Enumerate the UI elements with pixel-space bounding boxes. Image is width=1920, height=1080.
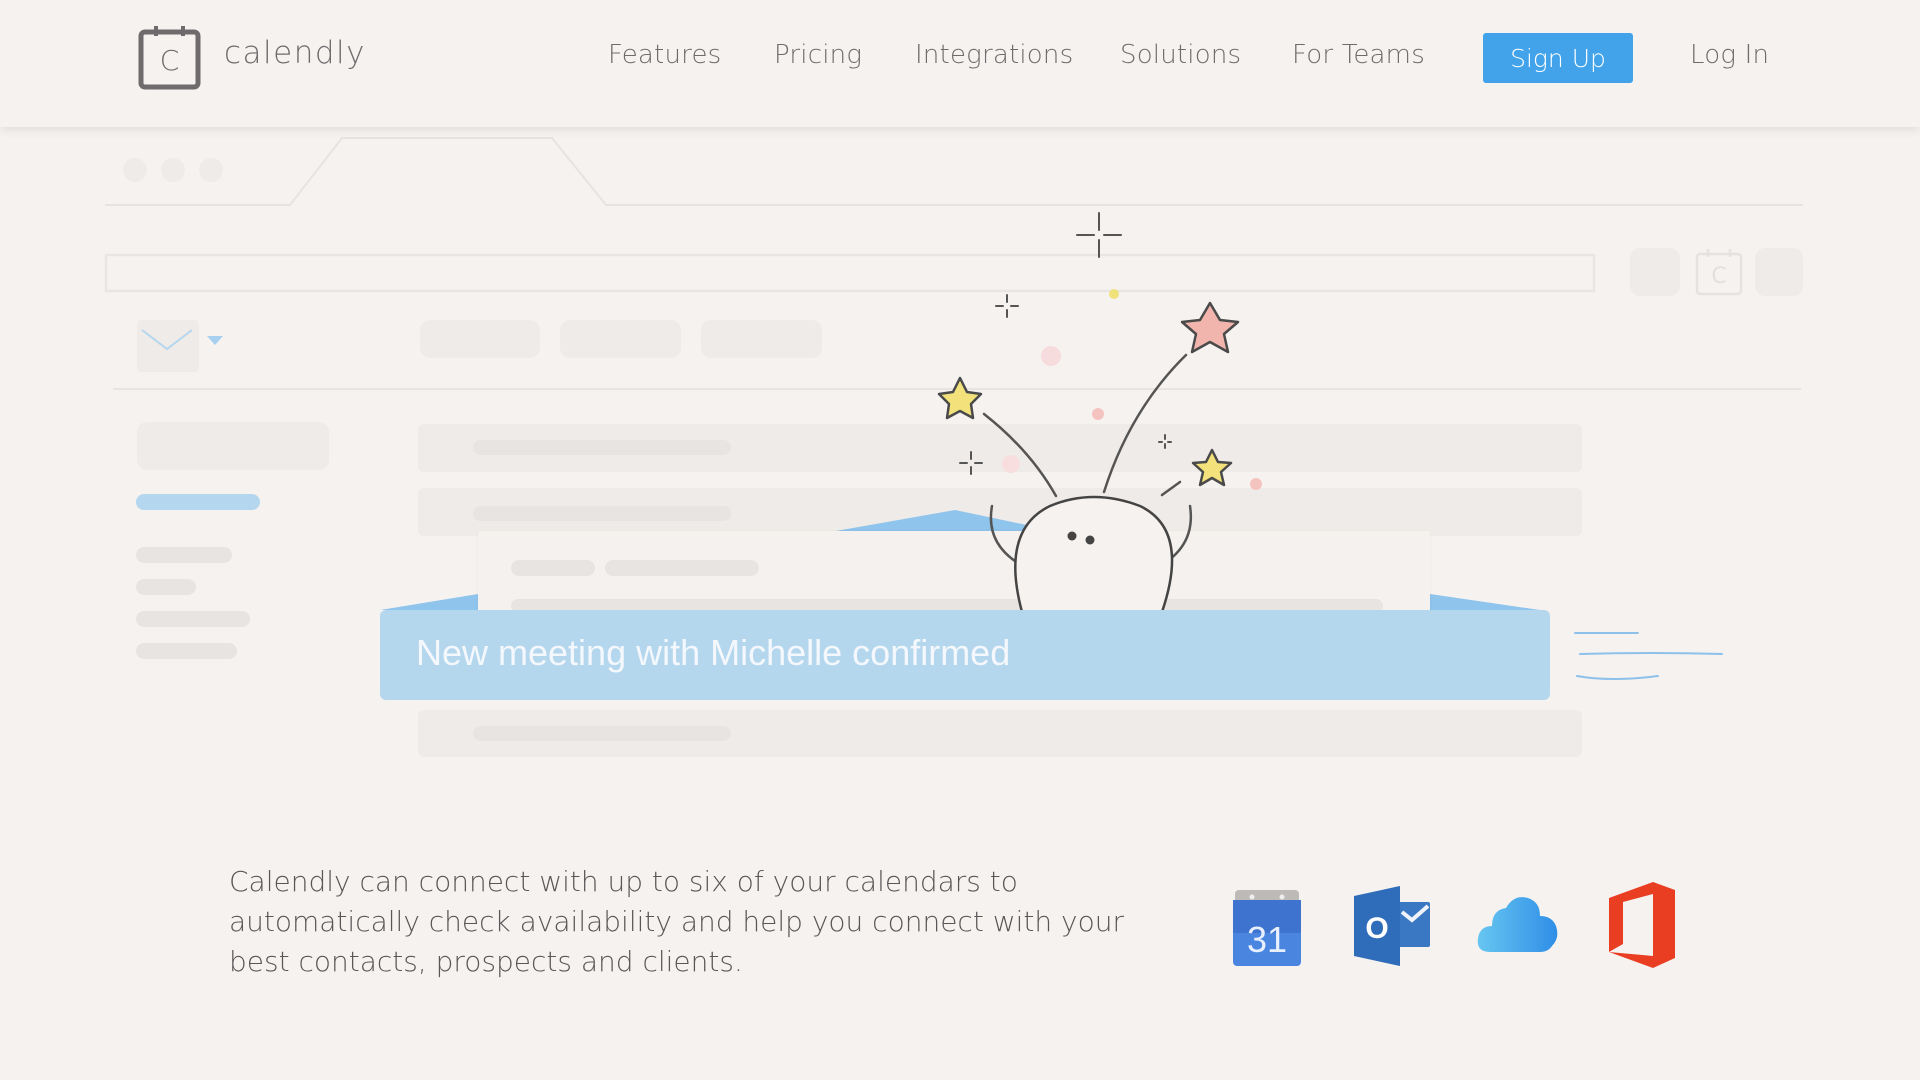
sidebar-item-placeholder xyxy=(136,547,232,563)
calendly-logo-icon[interactable]: C xyxy=(138,24,202,90)
sign-up-button[interactable]: Sign Up xyxy=(1483,33,1633,83)
sidebar-item-placeholder xyxy=(136,579,196,595)
motion-lines xyxy=(1574,632,1723,680)
caret-down-icon xyxy=(207,336,223,345)
placeholder-tab xyxy=(420,320,540,358)
log-in-link[interactable]: Log In xyxy=(1690,40,1769,70)
row-text-placeholder xyxy=(473,726,731,741)
nav-integrations[interactable]: Integrations xyxy=(915,40,1073,70)
nav-for-teams[interactable]: For Teams xyxy=(1292,40,1425,70)
logo-letter: C xyxy=(160,44,180,77)
sidebar-placeholder-block xyxy=(137,422,329,470)
icloud-icon xyxy=(1476,892,1560,959)
sidebar-item-placeholder xyxy=(136,643,237,659)
nav-solutions[interactable]: Solutions xyxy=(1120,40,1241,70)
sidebar-item-placeholder xyxy=(136,611,250,627)
celebrating-character xyxy=(937,212,1262,612)
office365-icon xyxy=(1609,882,1677,973)
row-text-placeholder xyxy=(473,440,731,455)
integration-description: Calendly can connect with up to six of y… xyxy=(229,865,1124,978)
calendly-extension-icon: C xyxy=(1695,248,1743,296)
placeholder-tab xyxy=(560,320,681,358)
nav-features[interactable]: Features xyxy=(608,40,721,70)
envelope-icon xyxy=(141,329,193,351)
site-header: C calendly Features Pricing Integrations… xyxy=(0,0,1920,127)
sidebar-active-item xyxy=(136,494,260,510)
logo-text[interactable]: calendly xyxy=(224,35,366,71)
outlook-icon: O xyxy=(1354,884,1432,973)
nav-pricing[interactable]: Pricing xyxy=(774,40,862,70)
notification-banner: New meeting with Michelle confirmed xyxy=(380,610,1550,700)
placeholder-tab xyxy=(701,320,822,358)
toolbar-icon-letter: C xyxy=(1711,264,1726,289)
google-calendar-label: 31 xyxy=(1247,919,1287,960)
letter-text-placeholder xyxy=(511,560,595,576)
toolbar-button xyxy=(1755,248,1803,296)
mail-compose-box xyxy=(137,320,199,372)
notification-text: New meeting with Michelle confirmed xyxy=(416,632,1011,673)
outlook-label: O xyxy=(1365,912,1388,945)
letter-text-placeholder xyxy=(605,560,759,576)
toolbar-button xyxy=(1630,248,1680,296)
inbox-row xyxy=(418,710,1582,757)
google-calendar-icon: 31 xyxy=(1233,888,1301,971)
